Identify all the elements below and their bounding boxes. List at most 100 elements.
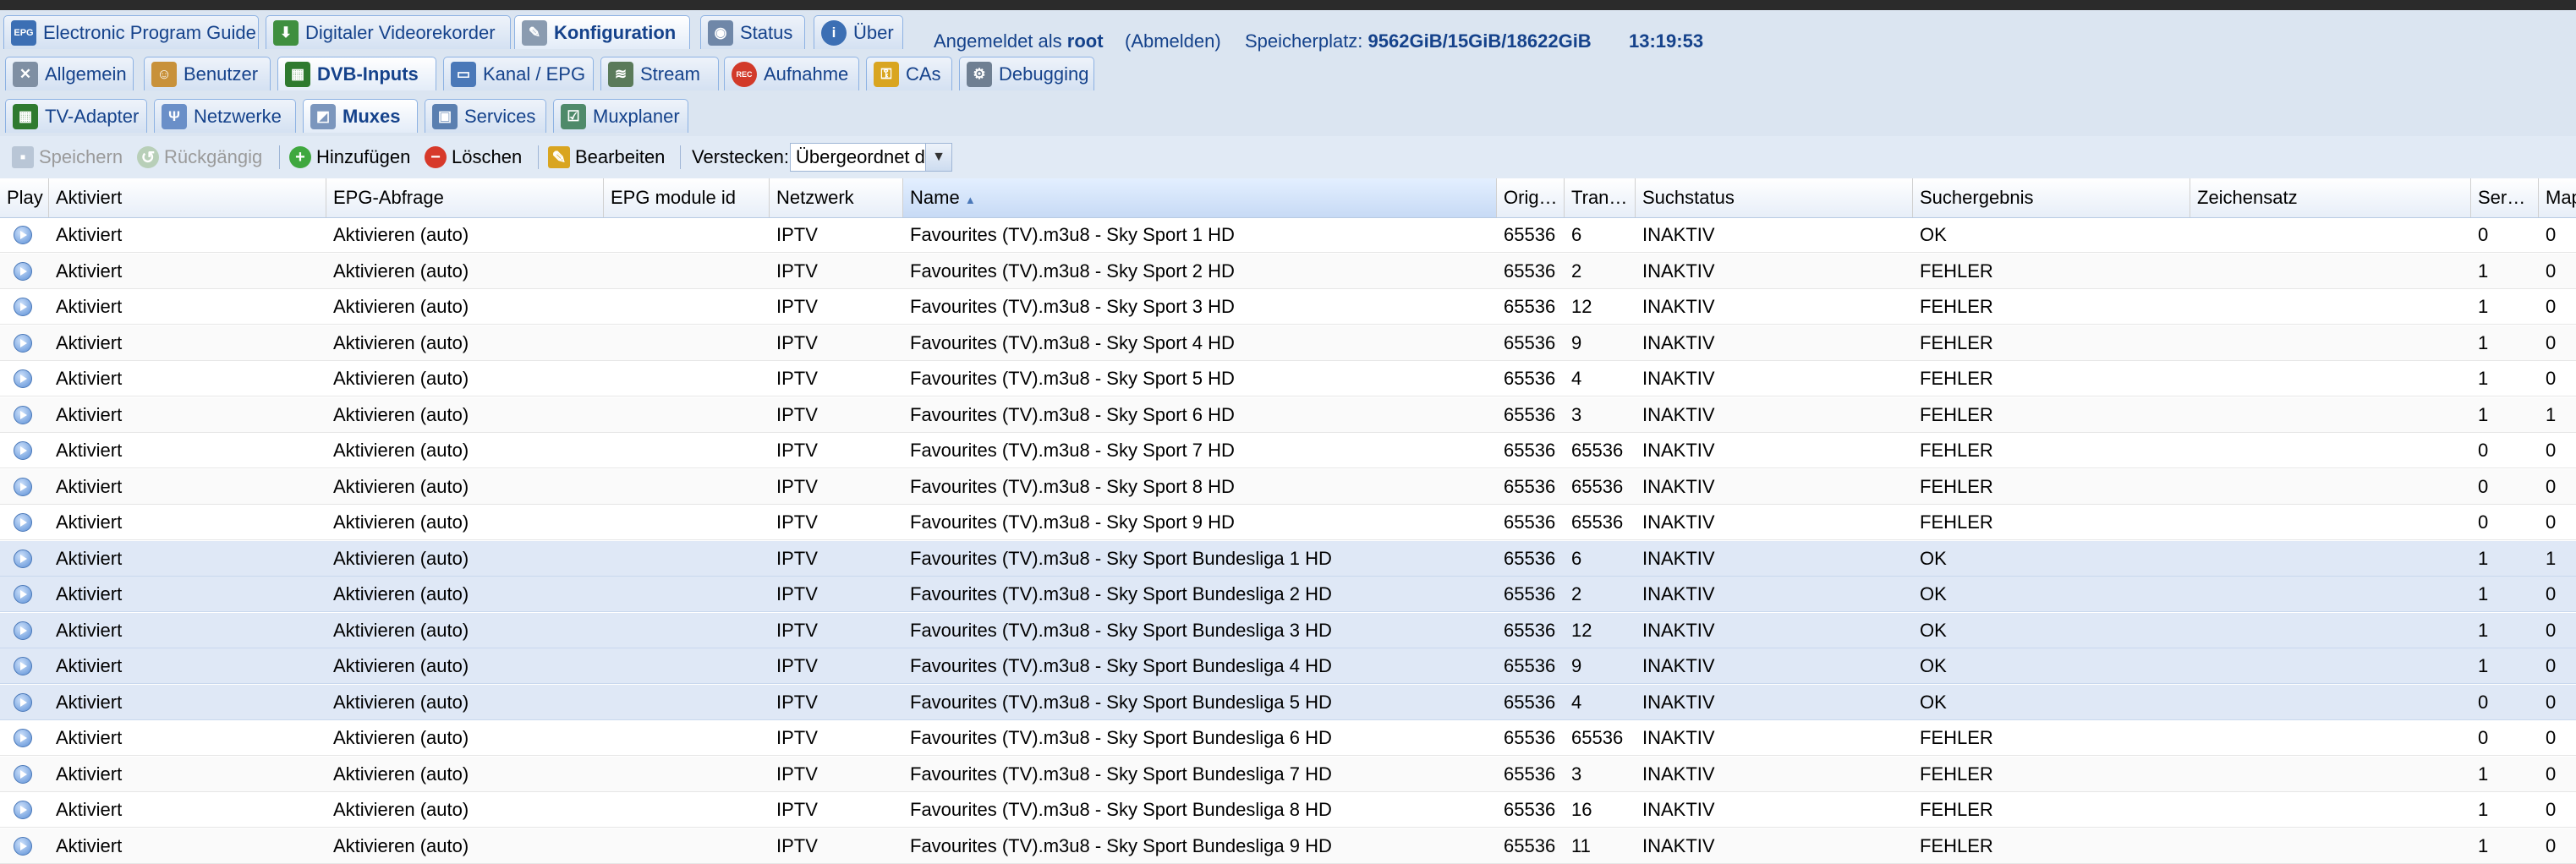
table-row[interactable]: Aktiviert Aktivieren (auto) IPTV Favourites…: [0, 253, 2576, 289]
play-icon[interactable]: [14, 621, 32, 640]
cell-services: 1: [2478, 368, 2489, 389]
tab-status[interactable]: ◉ Status: [700, 15, 805, 49]
cell-scan-status: INAKTIV: [1642, 763, 1715, 785]
undo-button[interactable]: ↺ Rückgängig: [137, 136, 262, 178]
tab-debugging[interactable]: ⚙ Debugging: [959, 57, 1094, 90]
play-icon[interactable]: [14, 477, 32, 496]
chevron-down-icon[interactable]: ▼: [925, 144, 951, 171]
play-icon[interactable]: [14, 764, 32, 784]
tab-configuration[interactable]: ✎ Konfiguration: [514, 15, 690, 49]
save-button[interactable]: ▪ Speichern: [12, 136, 123, 178]
play-icon[interactable]: [14, 298, 32, 316]
table-row[interactable]: Aktiviert Aktivieren (auto) IPTV Favourites…: [0, 577, 2576, 612]
table-row[interactable]: Aktiviert Aktivieren (auto) IPTV Favourites…: [0, 396, 2576, 433]
cell-services: 0: [2478, 691, 2489, 713]
col-header-scan-status[interactable]: Suchstatus: [1636, 178, 1913, 217]
play-icon[interactable]: [14, 226, 32, 244]
table-row[interactable]: Aktiviert Aktivieren (auto) IPTV Favourites…: [0, 612, 2576, 648]
play-icon[interactable]: [14, 657, 32, 675]
play-icon[interactable]: [14, 729, 32, 747]
cell-orig-network-id: 65536: [1504, 331, 1556, 353]
cell-name: Favourites (TV).m3u8 - Sky Sport 9 HD: [910, 511, 1235, 533]
cell-name: Favourites (TV).m3u8 - Sky Sport 6 HD: [910, 403, 1235, 425]
cell-services: 1: [2478, 763, 2489, 785]
table-row[interactable]: Aktiviert Aktivieren (auto) IPTV Favourites…: [0, 648, 2576, 684]
cell-name: Favourites (TV).m3u8 - Sky Sport Bundesl…: [910, 691, 1332, 713]
play-icon[interactable]: [14, 801, 32, 819]
col-header-epg-query[interactable]: EPG-Abfrage: [326, 178, 604, 217]
col-header-charset[interactable]: Zeichensatz: [2190, 178, 2471, 217]
table-row[interactable]: Aktiviert Aktivieren (auto) IPTV Favourites…: [0, 684, 2576, 720]
tab-dvr[interactable]: ⬇ Digitaler Videorekorder: [266, 15, 511, 49]
add-button[interactable]: + Hinzufügen: [289, 136, 410, 178]
cell-epg-module-id: [604, 325, 770, 361]
play-icon[interactable]: [14, 369, 32, 388]
col-header-services[interactable]: Ser…: [2471, 178, 2539, 217]
table-row[interactable]: Aktiviert Aktivieren (auto) IPTV Favourites…: [0, 361, 2576, 396]
cell-epg-query: Aktivieren (auto): [333, 834, 469, 856]
play-icon[interactable]: [14, 261, 32, 281]
col-header-mapped[interactable]: Map: [2539, 178, 2576, 217]
tab-users[interactable]: ☺ Benutzer: [144, 57, 271, 90]
tab-tv-adapter[interactable]: ▦ TV-Adapter: [5, 99, 147, 133]
cell-charset: [2190, 648, 2471, 684]
tab-muxes[interactable]: ◩ Muxes: [303, 99, 418, 133]
cell-mapped: 0: [2546, 475, 2557, 497]
stream-icon: ≋: [608, 61, 633, 87]
tab-dvb-inputs[interactable]: ▦ DVB-Inputs: [277, 57, 436, 90]
tab-mux-scheduler[interactable]: ☑ Muxplaner: [553, 99, 688, 133]
cell-scan-status: INAKTIV: [1642, 331, 1715, 353]
table-row[interactable]: Aktiviert Aktivieren (auto) IPTV Favourites…: [0, 828, 2576, 864]
delete-button[interactable]: − Löschen: [425, 136, 522, 178]
play-icon[interactable]: [14, 405, 32, 424]
tab-services[interactable]: ▣ Services: [425, 99, 546, 133]
table-row[interactable]: Aktiviert Aktivieren (auto) IPTV Favourites…: [0, 217, 2576, 253]
col-header-name[interactable]: Name ▲: [903, 178, 1497, 217]
cell-orig-network-id: 65536: [1504, 834, 1556, 856]
tab-cas[interactable]: ⚿ CAs: [866, 57, 952, 90]
play-icon[interactable]: [14, 441, 32, 460]
play-icon[interactable]: [14, 549, 32, 568]
tab-about[interactable]: i Über: [814, 15, 903, 49]
col-header-transport-id[interactable]: Tran…: [1565, 178, 1636, 217]
col-header-name-label: Name: [910, 187, 960, 208]
tab-label: Über: [853, 21, 894, 43]
tab-label: Stream: [640, 63, 700, 85]
edit-button[interactable]: ✎ Bearbeiten: [548, 136, 665, 178]
tab-epg[interactable]: EPG Electronic Program Guide: [3, 15, 259, 49]
table-row[interactable]: Aktiviert Aktivieren (auto) IPTV Favourites…: [0, 792, 2576, 828]
cell-charset: [2190, 254, 2471, 289]
table-row[interactable]: Aktiviert Aktivieren (auto) IPTV Favourites…: [0, 433, 2576, 468]
tab-general[interactable]: ✕ Allgemein: [5, 57, 134, 90]
hide-filter-select[interactable]: Übergeordnet d ▼: [790, 143, 952, 172]
table-row[interactable]: Aktiviert Aktivieren (auto) IPTV Favourites…: [0, 289, 2576, 325]
col-header-network[interactable]: Netzwerk: [770, 178, 903, 217]
table-row[interactable]: Aktiviert Aktivieren (auto) IPTV Favourites…: [0, 540, 2576, 577]
col-header-scan-result[interactable]: Suchergebnis: [1913, 178, 2190, 217]
tab-networks[interactable]: Ψ Netzwerke: [154, 99, 296, 133]
tab-recording[interactable]: REC Aufnahme: [724, 57, 859, 90]
tab-stream[interactable]: ≋ Stream: [600, 57, 719, 90]
play-icon[interactable]: [14, 513, 32, 532]
table-row[interactable]: Aktiviert Aktivieren (auto) IPTV Favourites…: [0, 468, 2576, 505]
tab-channel-epg[interactable]: ▭ Kanal / EPG: [443, 57, 594, 90]
cell-name: Favourites (TV).m3u8 - Sky Sport 1 HD: [910, 224, 1235, 245]
col-header-play[interactable]: Play: [0, 178, 49, 217]
table-row[interactable]: Aktiviert Aktivieren (auto) IPTV Favourites…: [0, 505, 2576, 540]
cell-transport-id: 12: [1571, 619, 1592, 641]
col-header-enabled[interactable]: Aktiviert: [49, 178, 326, 217]
tab-label: Electronic Program Guide: [43, 21, 256, 43]
play-icon[interactable]: [14, 333, 32, 353]
table-row[interactable]: Aktiviert Aktivieren (auto) IPTV Favourites…: [0, 756, 2576, 792]
table-row[interactable]: Aktiviert Aktivieren (auto) IPTV Favourites…: [0, 720, 2576, 756]
cell-charset: [2190, 361, 2471, 396]
play-icon[interactable]: [14, 585, 32, 604]
tab-label: Debugging: [999, 63, 1089, 85]
play-icon[interactable]: [14, 836, 32, 856]
col-header-orig-network-id[interactable]: Orig…: [1497, 178, 1565, 217]
cell-mapped: 0: [2546, 331, 2557, 353]
table-row[interactable]: Aktiviert Aktivieren (auto) IPTV Favourites…: [0, 325, 2576, 361]
col-header-epg-module-id[interactable]: EPG module id: [604, 178, 770, 217]
play-icon[interactable]: [14, 692, 32, 712]
cell-transport-id: 16: [1571, 799, 1592, 820]
